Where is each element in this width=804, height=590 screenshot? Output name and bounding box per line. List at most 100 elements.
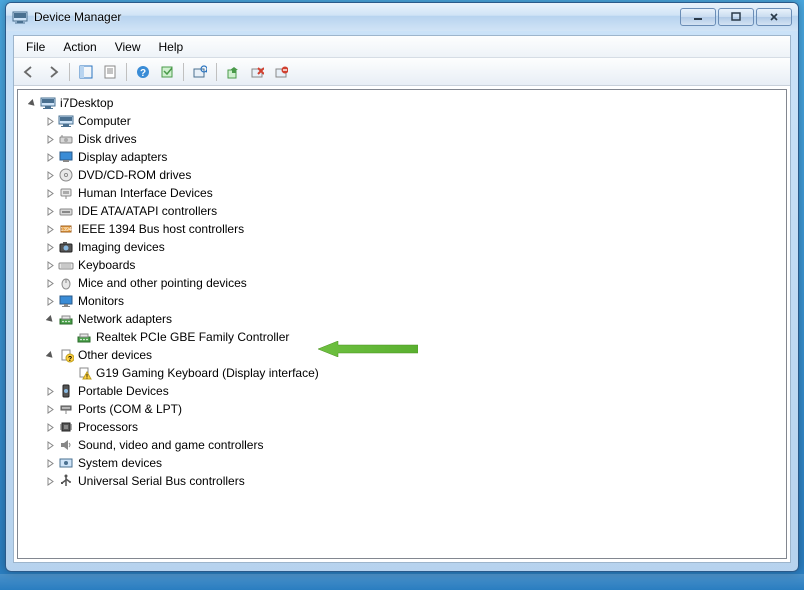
category-label[interactable]: Sound, video and game controllers (78, 436, 263, 454)
category-label[interactable]: Keyboards (78, 256, 135, 274)
tree-category[interactable]: Processors (20, 418, 784, 436)
scan-hardware-button[interactable] (189, 61, 211, 83)
expand-icon[interactable] (44, 241, 56, 253)
collapse-icon[interactable] (26, 97, 38, 109)
expand-icon[interactable] (44, 169, 56, 181)
root-label[interactable]: i7Desktop (60, 94, 113, 112)
category-label[interactable]: Human Interface Devices (78, 184, 213, 202)
tree-category[interactable]: DVD/CD-ROM drives (20, 166, 784, 184)
collapse-icon[interactable] (44, 349, 56, 361)
expand-icon[interactable] (44, 115, 56, 127)
category-label[interactable]: Other devices (78, 346, 152, 364)
device-label[interactable]: G19 Gaming Keyboard (Display interface) (96, 364, 319, 382)
toolbar-separator (69, 63, 70, 81)
category-label[interactable]: Universal Serial Bus controllers (78, 472, 245, 490)
expand-icon[interactable] (44, 259, 56, 271)
forward-button[interactable] (42, 61, 64, 83)
cpu-icon (58, 419, 74, 435)
properties-button[interactable] (99, 61, 121, 83)
tree-category[interactable]: Display adapters (20, 148, 784, 166)
category-label[interactable]: Monitors (78, 292, 124, 310)
category-label[interactable]: Disk drives (78, 130, 137, 148)
toolbar: ? (14, 58, 790, 86)
expand-icon[interactable] (44, 421, 56, 433)
expand-icon[interactable] (44, 385, 56, 397)
tree-category[interactable]: System devices (20, 454, 784, 472)
expand-icon[interactable] (44, 475, 56, 487)
titlebar[interactable]: Device Manager (6, 3, 798, 31)
maximize-button[interactable] (718, 8, 754, 26)
tree-root[interactable]: i7Desktop (20, 94, 784, 112)
category-label[interactable]: Ports (COM & LPT) (78, 400, 182, 418)
back-button[interactable] (18, 61, 40, 83)
device-tree[interactable]: i7Desktop ComputerDisk drivesDisplay ada… (17, 89, 787, 559)
category-label[interactable]: Network adapters (78, 310, 172, 328)
tree-category[interactable]: Keyboards (20, 256, 784, 274)
ports-icon (58, 401, 74, 417)
tree-category[interactable]: Mice and other pointing devices (20, 274, 784, 292)
expand-icon[interactable] (44, 439, 56, 451)
expand-icon[interactable] (44, 457, 56, 469)
portable-icon (58, 383, 74, 399)
disable-button[interactable] (270, 61, 292, 83)
system-icon (58, 455, 74, 471)
svg-text:1394: 1394 (60, 227, 71, 233)
show-hide-console-tree-button[interactable] (75, 61, 97, 83)
app-icon (12, 9, 28, 25)
tree-category[interactable]: Monitors (20, 292, 784, 310)
imaging-icon (58, 239, 74, 255)
tree-category[interactable]: Portable Devices (20, 382, 784, 400)
dvd-icon (58, 167, 74, 183)
minimize-button[interactable] (680, 8, 716, 26)
keyboard-icon (58, 257, 74, 273)
menu-view[interactable]: View (107, 38, 149, 56)
tree-category-other[interactable]: ? Other devices (20, 346, 784, 364)
expand-icon[interactable] (44, 151, 56, 163)
device-label[interactable]: Realtek PCIe GBE Family Controller (96, 328, 289, 346)
expand-icon[interactable] (44, 133, 56, 145)
category-label[interactable]: Imaging devices (78, 238, 165, 256)
tree-category-network[interactable]: Network adapters (20, 310, 784, 328)
tree-device-realtek[interactable]: Realtek PCIe GBE Family Controller (20, 328, 784, 346)
category-label[interactable]: System devices (78, 454, 162, 472)
tree-category[interactable]: Human Interface Devices (20, 184, 784, 202)
usb-icon (58, 473, 74, 489)
category-label[interactable]: Processors (78, 418, 138, 436)
expand-icon[interactable] (44, 403, 56, 415)
expand-icon[interactable] (44, 205, 56, 217)
tree-category[interactable]: Sound, video and game controllers (20, 436, 784, 454)
help-button[interactable]: ? (132, 61, 154, 83)
toolbar-separator (216, 63, 217, 81)
tree-category[interactable]: Imaging devices (20, 238, 784, 256)
network-icon (58, 311, 74, 327)
uninstall-button[interactable] (246, 61, 268, 83)
expand-icon[interactable] (44, 187, 56, 199)
category-label[interactable]: IDE ATA/ATAPI controllers (78, 202, 217, 220)
expand-icon[interactable] (44, 223, 56, 235)
category-label[interactable]: Computer (78, 112, 131, 130)
tree-category[interactable]: 1394 IEEE 1394 Bus host controllers (20, 220, 784, 238)
tree-category[interactable]: Computer (20, 112, 784, 130)
action-button[interactable] (156, 61, 178, 83)
menu-help[interactable]: Help (151, 38, 192, 56)
menu-file[interactable]: File (18, 38, 53, 56)
tree-category[interactable]: Ports (COM & LPT) (20, 400, 784, 418)
update-driver-button[interactable] (222, 61, 244, 83)
tree-device-g19[interactable]: ! G19 Gaming Keyboard (Display interface… (20, 364, 784, 382)
collapse-icon[interactable] (44, 313, 56, 325)
expand-icon[interactable] (44, 295, 56, 307)
tree-category[interactable]: IDE ATA/ATAPI controllers (20, 202, 784, 220)
computer-icon (58, 113, 74, 129)
display-icon (58, 149, 74, 165)
expand-icon[interactable] (44, 277, 56, 289)
close-button[interactable] (756, 8, 792, 26)
taskbar-glow (0, 574, 804, 590)
category-label[interactable]: IEEE 1394 Bus host controllers (78, 220, 244, 238)
tree-category[interactable]: Disk drives (20, 130, 784, 148)
category-label[interactable]: DVD/CD-ROM drives (78, 166, 191, 184)
tree-category[interactable]: Universal Serial Bus controllers (20, 472, 784, 490)
menu-action[interactable]: Action (55, 38, 104, 56)
category-label[interactable]: Display adapters (78, 148, 167, 166)
category-label[interactable]: Portable Devices (78, 382, 169, 400)
category-label[interactable]: Mice and other pointing devices (78, 274, 247, 292)
